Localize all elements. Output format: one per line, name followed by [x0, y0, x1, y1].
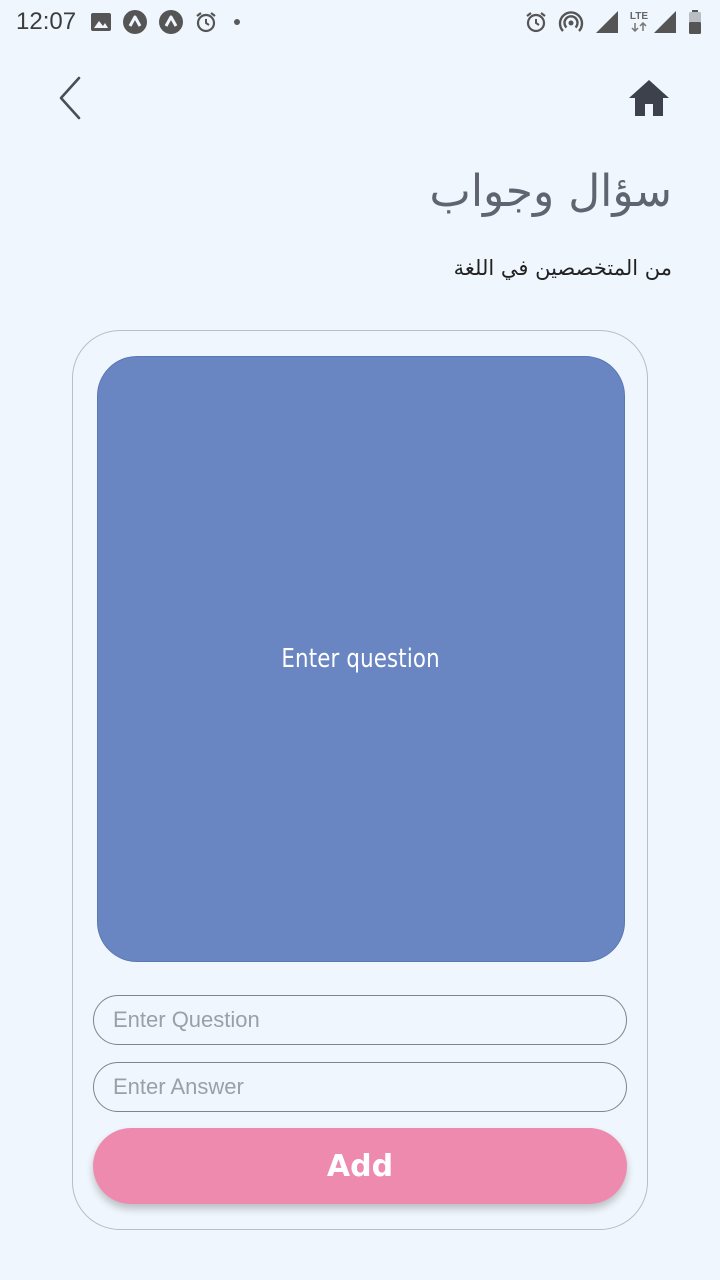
alarm-icon	[194, 10, 218, 34]
alarm-icon	[524, 10, 548, 34]
home-button[interactable]	[622, 74, 676, 122]
notification-dot-icon	[234, 19, 241, 25]
screen: 12:07 LTE سؤال وجواب من المتخصصين في الل…	[0, 0, 720, 1280]
image-icon	[90, 11, 112, 33]
status-right: LTE	[524, 9, 702, 35]
question-input[interactable]	[93, 995, 627, 1045]
question-display[interactable]: Enter question	[97, 356, 625, 962]
lte-signal-icon: LTE	[630, 9, 678, 35]
home-icon	[629, 80, 669, 116]
page-title: سؤال وجواب	[429, 166, 672, 217]
signal-icon	[594, 9, 620, 35]
chevron-left-icon	[59, 76, 81, 120]
question-display-text: Enter question	[281, 644, 441, 674]
add-button[interactable]: Add	[93, 1128, 627, 1204]
qa-card: Enter question Add	[72, 330, 648, 1230]
hotspot-icon	[558, 9, 584, 35]
page-subtitle: من المتخصصين في اللغة	[453, 256, 672, 280]
app-a-icon	[122, 9, 148, 35]
back-button[interactable]	[50, 72, 90, 124]
status-bar: 12:07 LTE	[0, 0, 720, 44]
app-a-icon	[158, 9, 184, 35]
status-left: 12:07	[16, 8, 241, 36]
status-time: 12:07	[16, 8, 77, 35]
network-type-label: LTE	[629, 11, 648, 22]
answer-input[interactable]	[93, 1062, 627, 1112]
battery-icon	[688, 9, 702, 35]
